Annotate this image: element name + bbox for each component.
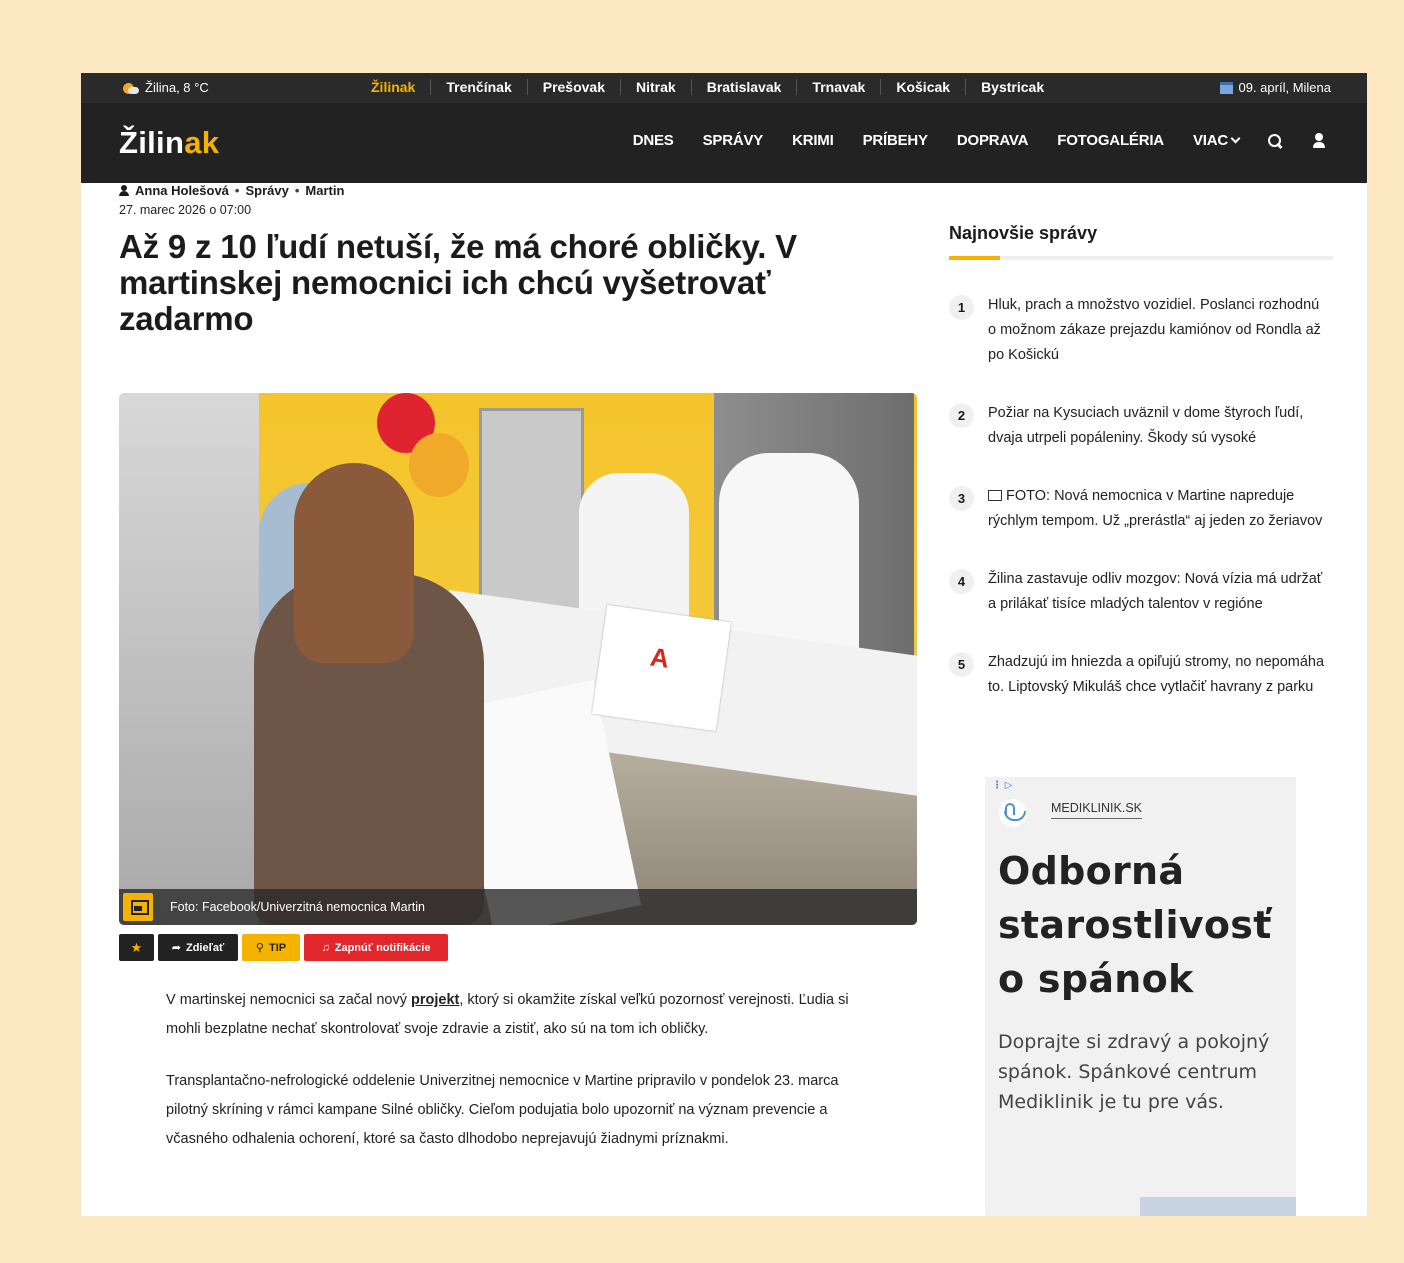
ad-image[interactable] (1140, 1197, 1296, 1216)
tip-button[interactable]: ⚲ TIP (242, 934, 300, 961)
adchoices-icon[interactable]: ⋮ ▷ (992, 780, 1012, 791)
nav-krimi[interactable]: KRIMI (792, 132, 834, 149)
region-link-bratislavak[interactable]: Bratislavak (690, 79, 797, 95)
news-link[interactable]: FOTO: Nová nemocnica v Martine napreduje… (988, 488, 1322, 529)
browser-page: Žilina, 8 °C Žilinak Trenčínak Prešovak … (81, 73, 1367, 1216)
advertisement[interactable]: ⋮ ▷ MEDIKLINIK.SK Odborná starostlivosť … (985, 777, 1296, 1216)
date-display: 09. apríl, Milena (1219, 80, 1332, 95)
paragraph-text: V martinskej nemocnici sa začal nový (166, 992, 411, 1008)
news-rank: 2 (949, 403, 974, 428)
nav-fotogaleria[interactable]: FOTOGALÉRIA (1057, 132, 1164, 149)
article-meta: Anna Holešová • Správy • Martin (119, 183, 919, 198)
nav-doprava[interactable]: DOPRAVA (957, 132, 1029, 149)
calendar-icon (1219, 81, 1233, 94)
meta-separator: • (234, 183, 240, 198)
nav-more-label: VIAC (1192, 132, 1228, 149)
star-icon: ★ (130, 939, 143, 955)
news-link[interactable]: Zhadzujú im hniezda a opiľujú stromy, no… (988, 650, 1328, 700)
news-link[interactable]: Požiar na Kysuciach uväznil v dome štyro… (988, 401, 1328, 451)
photo-scene-part (294, 463, 414, 663)
meta-separator: • (294, 183, 300, 198)
region-links: Žilinak Trenčínak Prešovak Nitrak Bratis… (356, 79, 1059, 95)
paragraph: V martinskej nemocnici sa začal nový pro… (166, 986, 856, 1044)
bulb-icon: ⚲ (255, 942, 264, 954)
author-link[interactable]: Anna Holešová (135, 183, 229, 198)
news-rank: 3 (949, 486, 974, 511)
user-icon[interactable] (1311, 132, 1327, 149)
ad-description: Doprajte si zdravý a pokojný spánok. Spá… (998, 1031, 1270, 1113)
logo-accent: ak (184, 125, 220, 160)
notifications-label: Zapnúť notifikácie (334, 941, 431, 954)
bell-icon: ♫ (321, 941, 330, 954)
weather-widget: Žilina, 8 °C (123, 80, 209, 95)
nav-dnes[interactable]: DNES (633, 132, 674, 149)
nav-spravy[interactable]: SPRÁVY (703, 132, 764, 149)
sidebar-title: Najnovšie správy (949, 223, 1098, 243)
main-nav: DNES SPRÁVY KRIMI PRÍBEHY DOPRAVA FOTOGA… (633, 132, 1327, 149)
weather-sun-cloud-icon (123, 81, 139, 95)
article-body: V martinskej nemocnici sa začal nový pro… (166, 986, 856, 1177)
share-label: Zdieľať (185, 941, 225, 954)
region-link-presovak[interactable]: Prešovak (526, 79, 620, 95)
favorite-button[interactable]: ★ (119, 934, 154, 961)
region-link-trnavak[interactable]: Trnavak (796, 79, 880, 95)
region-link-nitrak[interactable]: Nitrak (620, 79, 691, 95)
region-link-kosicak[interactable]: Košicak (880, 79, 965, 95)
ad-brand[interactable]: MEDIKLINIK.SK (1051, 801, 1142, 819)
news-rank: 1 (949, 295, 974, 320)
share-icon: ➦ (171, 942, 181, 954)
region-link-zilinak[interactable]: Žilinak (356, 79, 430, 95)
photo-scene-part (409, 433, 469, 497)
news-item[interactable]: 4 Žilina zastavuje odliv mozgov: Nová ví… (949, 567, 1333, 617)
date-text: 09. apríl, Milena (1238, 80, 1332, 95)
article-title: Až 9 z 10 ľudí netuší, že má choré oblič… (119, 228, 797, 337)
author-icon (119, 185, 129, 196)
chevron-down-icon (1230, 133, 1241, 144)
sidebar-title-underline (949, 256, 1333, 260)
swan-logo-icon (999, 799, 1027, 827)
news-item[interactable]: 2 Požiar na Kysuciach uväznil v dome šty… (949, 401, 1333, 451)
news-link[interactable]: Žilina zastavuje odliv mozgov: Nová vízi… (988, 567, 1328, 617)
photo-caption-bar: Foto: Facebook/Univerzitná nemocnica Mar… (119, 889, 917, 925)
search-icon[interactable] (1267, 133, 1283, 149)
photo-scene-part (119, 393, 259, 925)
photo-scene-part: A (591, 604, 732, 732)
location-link[interactable]: Martin (305, 183, 344, 198)
logo-main: Žilin (119, 125, 185, 160)
news-item[interactable]: 3 FOTO: Nová nemocnica v Martine napredu… (949, 484, 1333, 534)
latest-news-sidebar: Najnovšie správy 1 Hluk, prach a množstv… (949, 223, 1333, 700)
weather-text: Žilina, 8 °C (145, 80, 209, 95)
news-link[interactable]: Hluk, prach a množstvo vozidiel. Poslanc… (988, 293, 1328, 368)
nav-pribehy[interactable]: PRÍBEHY (863, 132, 928, 149)
main-header: Žilinak DNES SPRÁVY KRIMI PRÍBEHY DOPRAV… (81, 103, 1367, 183)
nav-more-dropdown[interactable]: VIAC (1192, 132, 1241, 149)
share-button[interactable]: ➦ Zdieľať (158, 934, 238, 961)
news-rank: 5 (949, 652, 974, 677)
ad-headline[interactable]: Odborná starostlivosť o spánok (998, 844, 1288, 1006)
news-rank: 4 (949, 569, 974, 594)
category-link[interactable]: Správy (245, 183, 288, 198)
project-link[interactable]: projekt (411, 992, 459, 1008)
news-item[interactable]: 1 Hluk, prach a množstvo vozidiel. Posla… (949, 293, 1333, 368)
region-link-trencinak[interactable]: Trenčínak (430, 79, 526, 95)
paragraph: Transplantačno-nefrologické oddelenie Un… (166, 1073, 839, 1147)
photo-scene-part: A (648, 641, 672, 674)
article-actions: ★ ➦ Zdieľať ⚲ TIP ♫ Zapnúť notifikácie (119, 934, 448, 961)
news-link-wrapper[interactable]: FOTO: Nová nemocnica v Martine napreduje… (988, 484, 1328, 534)
image-icon[interactable] (123, 893, 153, 921)
news-item[interactable]: 5 Zhadzujú im hniezda a opiľujú stromy, … (949, 650, 1333, 700)
publish-date: 27. marec 2026 o 07:00 (119, 203, 252, 217)
site-logo[interactable]: Žilinak (119, 125, 219, 161)
notifications-button[interactable]: ♫ Zapnúť notifikácie (304, 934, 448, 961)
top-strip: Žilina, 8 °C Žilinak Trenčínak Prešovak … (81, 73, 1367, 103)
photo-gallery-icon (988, 490, 1002, 501)
region-link-bystricak[interactable]: Bystricak (965, 79, 1059, 95)
photo-caption: Foto: Facebook/Univerzitná nemocnica Mar… (170, 900, 425, 914)
article: Anna Holešová • Správy • Martin 27. mare… (119, 183, 919, 1147)
article-photo[interactable]: A Foto: Facebook/Univerzitná nemocnica M… (119, 393, 917, 925)
tip-label: TIP (268, 941, 287, 954)
